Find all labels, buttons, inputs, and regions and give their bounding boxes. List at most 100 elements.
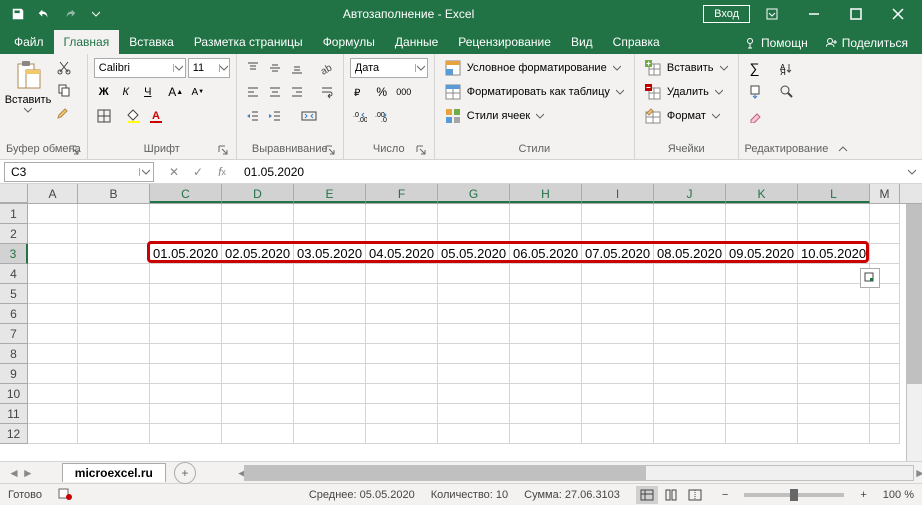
number-launcher[interactable] bbox=[414, 143, 428, 157]
cell[interactable] bbox=[150, 284, 222, 304]
cell[interactable] bbox=[798, 324, 870, 344]
cell[interactable] bbox=[510, 324, 582, 344]
cell[interactable]: 02.05.2020 bbox=[222, 244, 294, 264]
cell[interactable] bbox=[582, 284, 654, 304]
name-box[interactable] bbox=[5, 165, 139, 179]
cell[interactable] bbox=[870, 424, 900, 444]
cell[interactable] bbox=[150, 204, 222, 224]
cell[interactable] bbox=[582, 204, 654, 224]
cell[interactable] bbox=[510, 384, 582, 404]
cell[interactable] bbox=[798, 344, 870, 364]
cell[interactable] bbox=[798, 224, 870, 244]
cell[interactable] bbox=[150, 344, 222, 364]
sheet-nav-next[interactable]: ► bbox=[22, 466, 34, 480]
cell[interactable] bbox=[78, 384, 150, 404]
cell[interactable] bbox=[654, 324, 726, 344]
cell[interactable] bbox=[366, 304, 438, 324]
collapse-ribbon-button[interactable] bbox=[834, 54, 852, 159]
cell[interactable] bbox=[366, 224, 438, 244]
cell[interactable] bbox=[510, 264, 582, 284]
column-header[interactable]: H bbox=[510, 184, 582, 203]
grow-font-button[interactable]: A▲ bbox=[166, 82, 186, 102]
shrink-font-button[interactable]: A▼ bbox=[188, 82, 208, 102]
cell[interactable] bbox=[654, 344, 726, 364]
accounting-format-button[interactable]: ₽ bbox=[350, 82, 370, 102]
cell[interactable] bbox=[726, 264, 798, 284]
cell[interactable] bbox=[78, 264, 150, 284]
cell[interactable] bbox=[510, 344, 582, 364]
cell[interactable] bbox=[366, 424, 438, 444]
align-middle-button[interactable] bbox=[265, 58, 285, 78]
paste-button[interactable]: Вставить bbox=[6, 58, 50, 116]
row-header[interactable]: 3 bbox=[0, 244, 28, 264]
cell[interactable] bbox=[726, 224, 798, 244]
tab-home[interactable]: Главная bbox=[54, 30, 120, 54]
cell[interactable] bbox=[222, 284, 294, 304]
cell[interactable] bbox=[438, 424, 510, 444]
tab-page-layout[interactable]: Разметка страницы bbox=[184, 30, 313, 54]
cell[interactable] bbox=[798, 424, 870, 444]
cell[interactable] bbox=[654, 284, 726, 304]
zoom-level[interactable]: 100 % bbox=[883, 489, 914, 501]
sheet-tab[interactable]: microexcel.ru bbox=[62, 463, 166, 482]
align-top-button[interactable] bbox=[243, 58, 263, 78]
column-header[interactable]: M bbox=[870, 184, 900, 203]
align-bottom-button[interactable] bbox=[287, 58, 307, 78]
cell[interactable] bbox=[78, 344, 150, 364]
cell[interactable] bbox=[28, 244, 78, 264]
cell[interactable] bbox=[78, 224, 150, 244]
cell[interactable] bbox=[798, 404, 870, 424]
cell[interactable] bbox=[438, 364, 510, 384]
cell[interactable] bbox=[28, 264, 78, 284]
cell[interactable] bbox=[510, 224, 582, 244]
zoom-in-button[interactable]: + bbox=[860, 489, 866, 501]
cell[interactable] bbox=[78, 324, 150, 344]
cell[interactable] bbox=[28, 304, 78, 324]
cell[interactable] bbox=[366, 364, 438, 384]
cell[interactable] bbox=[28, 404, 78, 424]
cell[interactable] bbox=[870, 324, 900, 344]
cell[interactable] bbox=[366, 264, 438, 284]
cell[interactable] bbox=[870, 384, 900, 404]
orientation-button[interactable]: ab bbox=[317, 58, 337, 78]
cut-button[interactable] bbox=[54, 58, 74, 78]
tab-review[interactable]: Рецензирование bbox=[448, 30, 561, 54]
cell[interactable] bbox=[222, 384, 294, 404]
column-header[interactable]: A bbox=[28, 184, 78, 203]
insert-cells-button[interactable]: Вставить bbox=[641, 58, 732, 78]
decrease-decimal-button[interactable]: .00.0 bbox=[372, 106, 392, 126]
cell[interactable] bbox=[438, 384, 510, 404]
cell[interactable] bbox=[870, 344, 900, 364]
cell[interactable]: 10.05.2020 bbox=[798, 244, 870, 264]
cell[interactable] bbox=[222, 404, 294, 424]
copy-button[interactable] bbox=[54, 80, 74, 100]
cell[interactable] bbox=[366, 344, 438, 364]
insert-function-button[interactable]: fx bbox=[212, 162, 232, 182]
cell[interactable] bbox=[222, 304, 294, 324]
row-header[interactable]: 5 bbox=[0, 284, 28, 304]
font-size-dropdown[interactable] bbox=[219, 64, 229, 72]
merge-button[interactable] bbox=[295, 106, 323, 126]
cell[interactable]: 06.05.2020 bbox=[510, 244, 582, 264]
bold-button[interactable]: Ж bbox=[94, 82, 114, 102]
alignment-launcher[interactable] bbox=[323, 143, 337, 157]
cell[interactable] bbox=[150, 224, 222, 244]
underline-button[interactable]: Ч bbox=[138, 82, 158, 102]
cell[interactable] bbox=[222, 344, 294, 364]
close-button[interactable] bbox=[878, 0, 918, 28]
undo-button[interactable] bbox=[32, 2, 56, 26]
cell[interactable] bbox=[654, 304, 726, 324]
cell[interactable] bbox=[582, 364, 654, 384]
cell[interactable] bbox=[726, 384, 798, 404]
cell[interactable] bbox=[222, 204, 294, 224]
cell[interactable] bbox=[438, 404, 510, 424]
accept-formula-button[interactable]: ✓ bbox=[188, 162, 208, 182]
tab-view[interactable]: Вид bbox=[561, 30, 603, 54]
format-painter-button[interactable] bbox=[54, 102, 74, 122]
cell[interactable] bbox=[654, 364, 726, 384]
fill-button[interactable] bbox=[745, 82, 765, 102]
cell[interactable] bbox=[510, 284, 582, 304]
redo-button[interactable] bbox=[58, 2, 82, 26]
tab-formulas[interactable]: Формулы bbox=[313, 30, 385, 54]
cell[interactable] bbox=[78, 424, 150, 444]
